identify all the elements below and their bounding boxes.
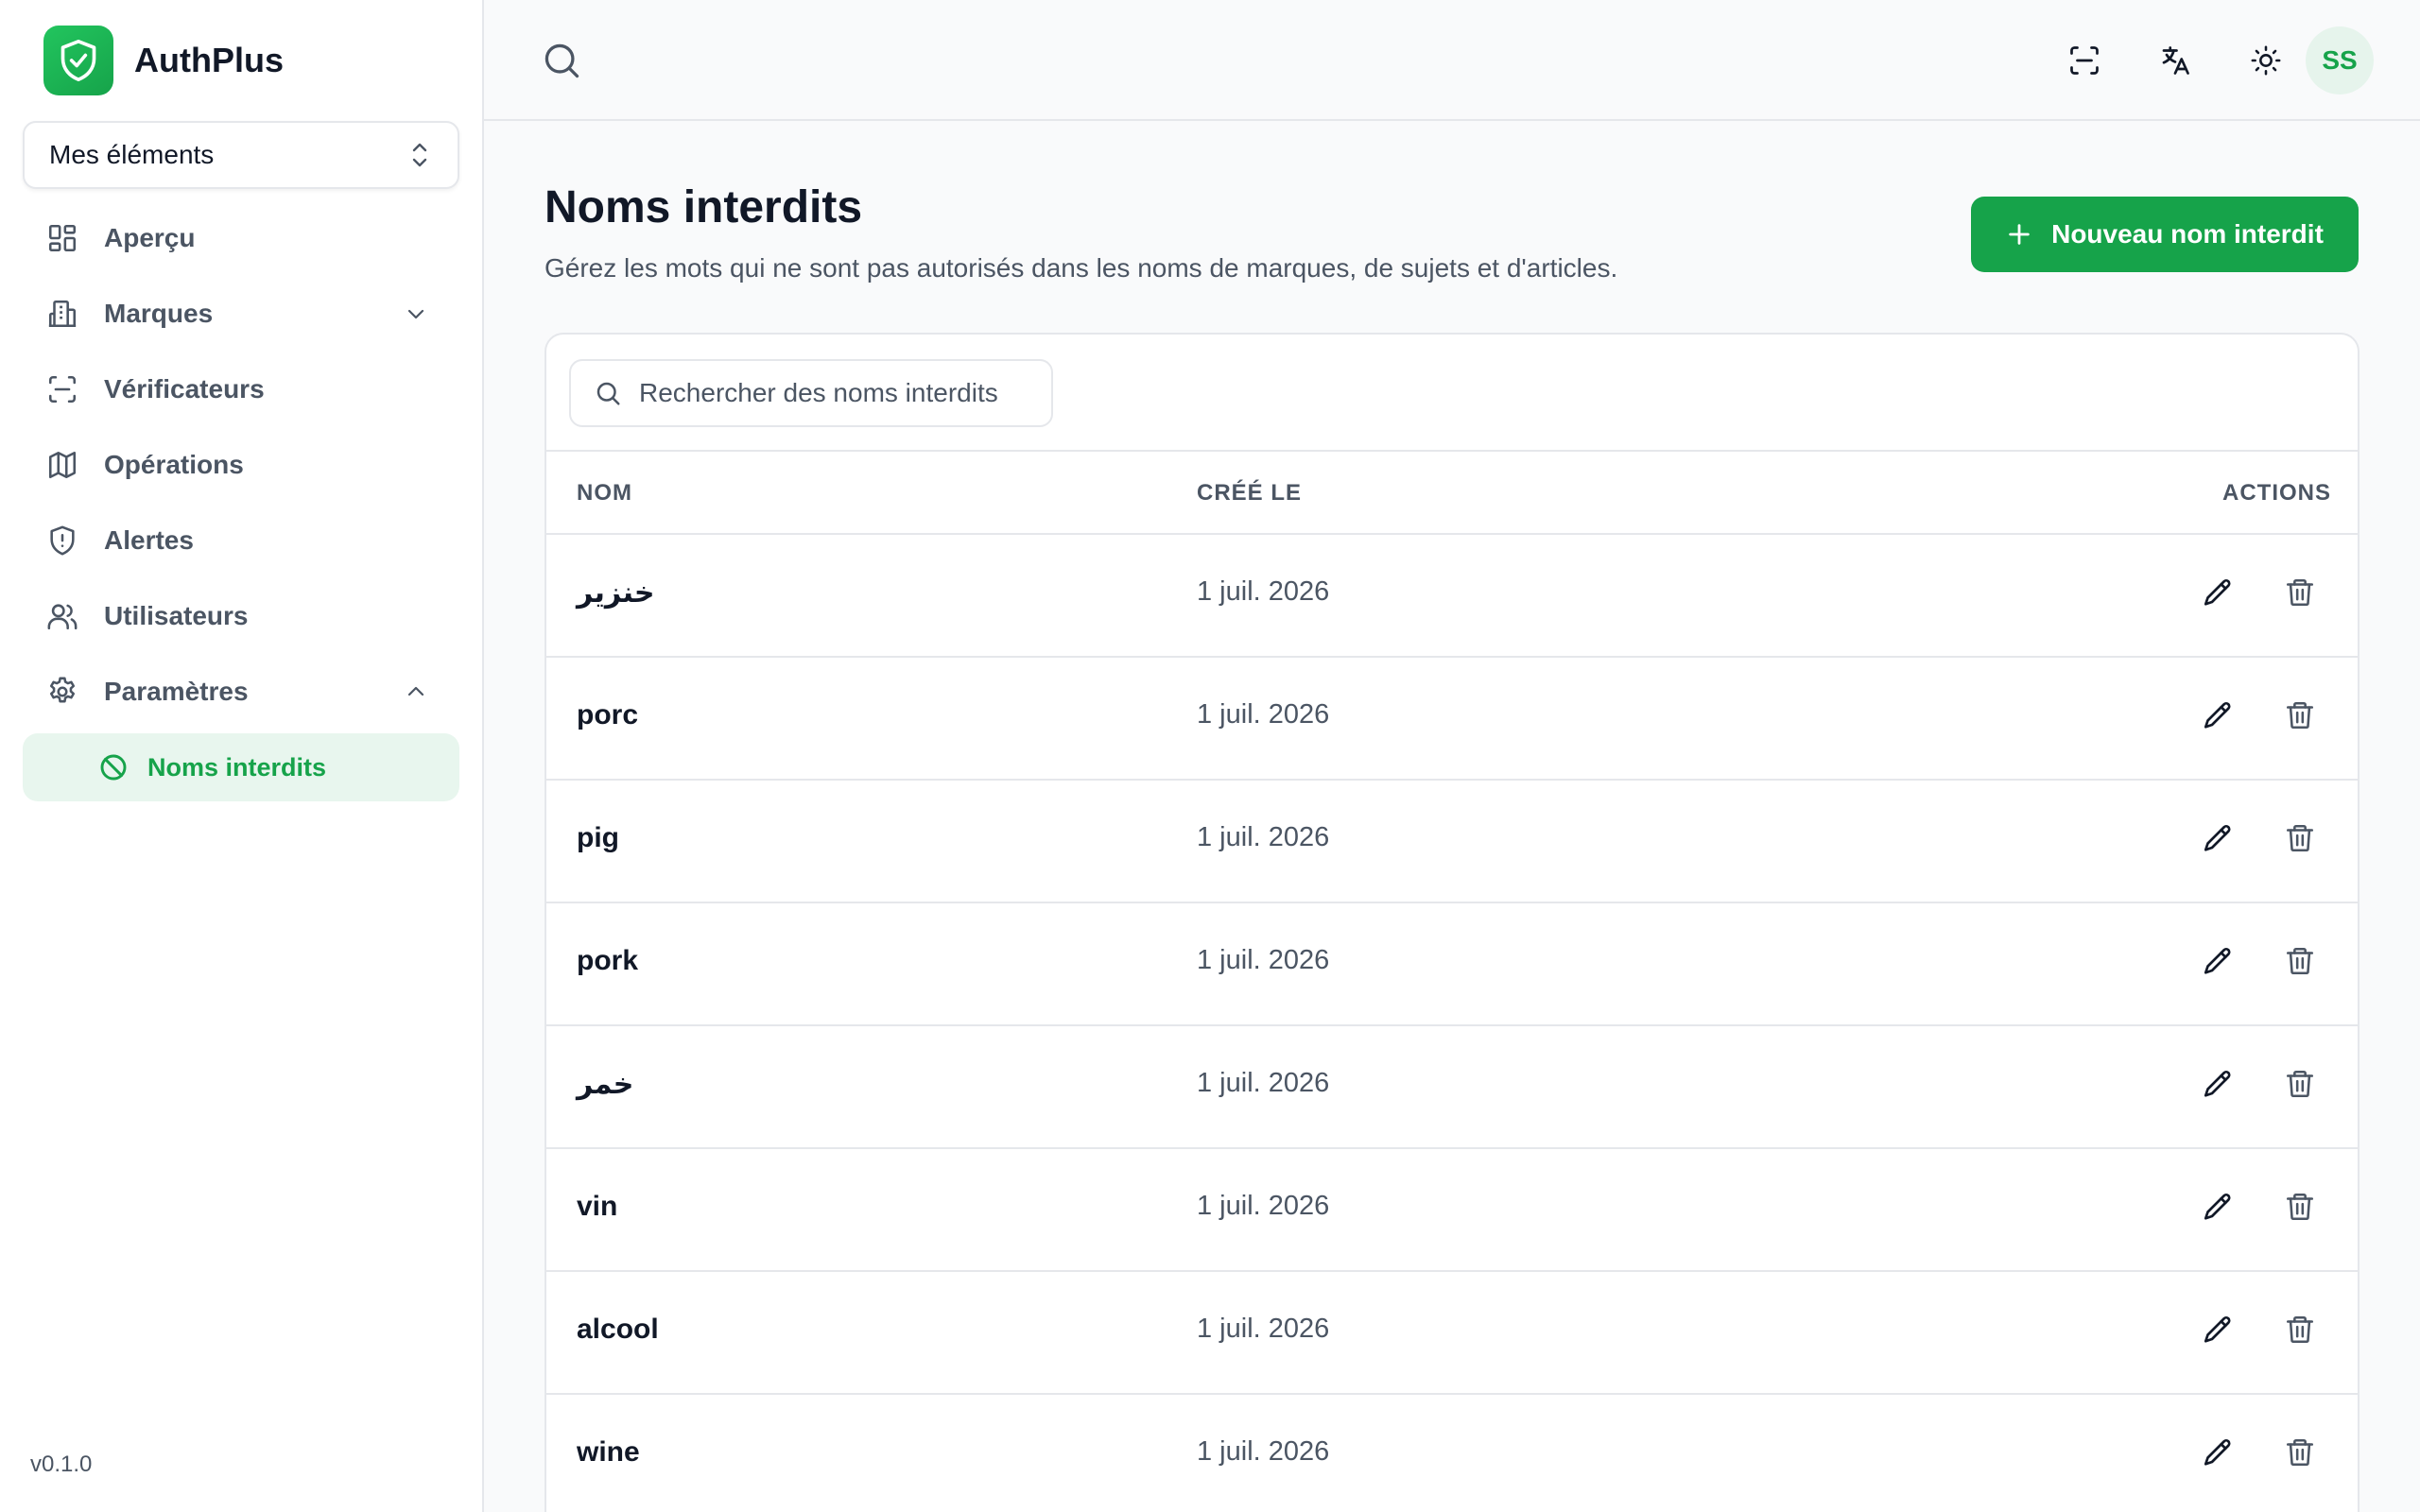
chevron-up-icon[interactable] <box>399 675 433 709</box>
trash-icon[interactable] <box>2284 1191 2322 1228</box>
pencil-icon[interactable] <box>2201 1191 2238 1228</box>
column-header-actions: ACTIONS <box>2222 480 2331 506</box>
table-row[interactable]: pork 1 juil. 2026 <box>546 903 2358 1026</box>
users-icon <box>45 599 79 633</box>
row-created-date: 1 juil. 2026 <box>1197 576 1330 607</box>
pencil-icon[interactable] <box>2201 1314 2238 1351</box>
row-name: alcool <box>577 1314 659 1345</box>
pencil-icon[interactable] <box>2201 576 2238 614</box>
sun-icon[interactable] <box>2247 42 2285 79</box>
scan-icon <box>45 372 79 406</box>
banned-names-search[interactable] <box>569 359 1053 427</box>
table-header: NOM CRÉÉ LE ACTIONS <box>546 450 2358 535</box>
search-icon[interactable] <box>541 40 582 81</box>
trash-icon[interactable] <box>2284 576 2322 614</box>
row-name: خنزير <box>577 577 655 609</box>
row-name: porc <box>577 699 639 730</box>
table-row[interactable]: wine 1 juil. 2026 <box>546 1395 2358 1512</box>
pencil-icon[interactable] <box>2201 1068 2238 1106</box>
sidebar-item-utilisateurs[interactable]: Utilisateurs <box>23 582 459 650</box>
sidebar-item-label: Marques <box>104 299 214 328</box>
pencil-icon[interactable] <box>2201 822 2238 860</box>
page-subtitle: Gérez les mots qui ne sont pas autorisés… <box>544 253 1618 283</box>
sidebar-item-alertes[interactable]: Alertes <box>23 507 459 575</box>
new-banned-name-button[interactable]: Nouveau nom interdit <box>1971 197 2359 272</box>
main-content: SS Noms interdits Gérez les mots qui ne … <box>484 0 2420 1512</box>
workspace-selector-label: Mes éléments <box>49 140 215 169</box>
sidebar-item-operations[interactable]: Opérations <box>23 431 459 499</box>
plus-icon <box>2006 221 2032 248</box>
trash-icon[interactable] <box>2284 1068 2322 1106</box>
sidebar-item-label: Alertes <box>104 525 194 555</box>
sidebar-item-marques[interactable]: Marques <box>23 280 459 348</box>
trash-icon[interactable] <box>2284 822 2322 860</box>
map-icon <box>45 448 79 482</box>
avatar[interactable]: SS <box>2306 26 2374 94</box>
trash-icon[interactable] <box>2284 1436 2322 1474</box>
pencil-icon[interactable] <box>2201 699 2238 737</box>
scan-qr-icon[interactable] <box>2066 42 2103 79</box>
sidebar-item-label: Aperçu <box>104 223 196 252</box>
sidebar-subitem-noms-interdits[interactable]: Noms interdits <box>23 733 459 801</box>
row-name: vin <box>577 1191 618 1222</box>
trash-icon[interactable] <box>2284 945 2322 983</box>
workspace-selector[interactable]: Mes éléments <box>23 121 459 189</box>
table-row[interactable]: vin 1 juil. 2026 <box>546 1149 2358 1272</box>
row-name: خمر <box>577 1069 634 1100</box>
row-created-date: 1 juil. 2026 <box>1197 1191 1330 1221</box>
table-row[interactable]: porc 1 juil. 2026 <box>546 658 2358 781</box>
sidebar-item-parametres[interactable]: Paramètres <box>23 658 459 726</box>
column-header-cree-le[interactable]: CRÉÉ LE <box>1197 480 1302 507</box>
row-created-date: 1 juil. 2026 <box>1197 1314 1330 1344</box>
sidebar-item-verificateurs[interactable]: Vérificateurs <box>23 355 459 423</box>
gear-icon <box>45 675 79 709</box>
chevron-down-icon[interactable] <box>399 297 433 331</box>
row-name: pig <box>577 822 619 853</box>
brand[interactable]: AuthPlus <box>43 25 284 96</box>
column-header-nom[interactable]: NOM <box>577 480 632 507</box>
trash-icon[interactable] <box>2284 1314 2322 1351</box>
sidebar-item-apercu[interactable]: Aperçu <box>23 204 459 272</box>
row-created-date: 1 juil. 2026 <box>1197 822 1330 852</box>
ban-icon <box>98 752 129 782</box>
brand-name: AuthPlus <box>134 41 284 79</box>
table-row[interactable]: خمر 1 juil. 2026 <box>546 1026 2358 1149</box>
sidebar-item-label: Vérificateurs <box>104 374 265 404</box>
search-icon <box>594 379 622 407</box>
pencil-icon[interactable] <box>2201 945 2238 983</box>
sidebar-item-label: Opérations <box>104 450 244 479</box>
search-input[interactable] <box>639 378 1036 408</box>
new-banned-name-button-label: Nouveau nom interdit <box>2051 219 2324 249</box>
shield-check-logo-icon <box>43 26 113 95</box>
table-row[interactable]: خنزير 1 juil. 2026 <box>546 535 2358 658</box>
table-row[interactable]: alcool 1 juil. 2026 <box>546 1272 2358 1395</box>
translate-icon[interactable] <box>2156 42 2194 79</box>
row-created-date: 1 juil. 2026 <box>1197 945 1330 975</box>
banned-names-card: NOM CRÉÉ LE ACTIONS خنزير 1 juil. 2026 p… <box>544 333 2360 1512</box>
trash-icon[interactable] <box>2284 699 2322 737</box>
sidebar: AuthPlus Mes éléments Aperçu Marques Vér… <box>0 0 484 1512</box>
app-root: AuthPlus Mes éléments Aperçu Marques Vér… <box>0 0 2420 1512</box>
sidebar-item-label: Utilisateurs <box>104 601 249 630</box>
shield-alert-icon <box>45 524 79 558</box>
building-icon <box>45 297 79 331</box>
row-name: pork <box>577 945 639 976</box>
top-bar: SS <box>484 0 2420 121</box>
row-created-date: 1 juil. 2026 <box>1197 1436 1330 1467</box>
sidebar-subitem-label: Noms interdits <box>147 752 327 782</box>
chevrons-up-down-icon <box>412 143 427 167</box>
pencil-icon[interactable] <box>2201 1436 2238 1474</box>
row-created-date: 1 juil. 2026 <box>1197 1068 1330 1098</box>
table-row[interactable]: pig 1 juil. 2026 <box>546 781 2358 903</box>
grid-icon <box>45 221 79 255</box>
page-title: Noms interdits <box>544 182 863 232</box>
row-created-date: 1 juil. 2026 <box>1197 699 1330 730</box>
row-name: wine <box>577 1436 640 1468</box>
app-version: v0.1.0 <box>30 1452 93 1477</box>
sidebar-item-label: Paramètres <box>104 677 249 706</box>
